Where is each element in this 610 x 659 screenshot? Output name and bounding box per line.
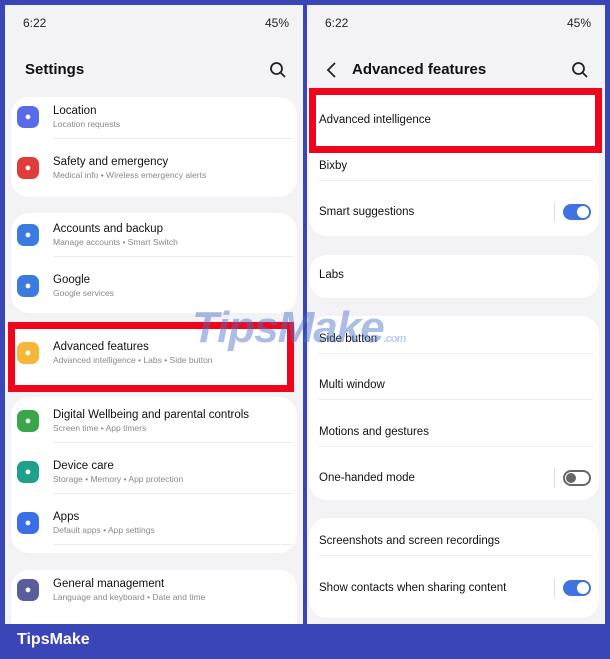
- page-title: Advanced features: [352, 61, 487, 78]
- device-care-icon: ●: [17, 461, 39, 483]
- gear-plus-icon: ●: [17, 342, 39, 364]
- menu-item-labs[interactable]: Labs: [307, 258, 605, 292]
- settings-item-location[interactable]: ● Location Location requests: [5, 105, 303, 150]
- battery: 45%: [566, 16, 591, 30]
- menu-item-multi-window[interactable]: Multi window: [307, 368, 605, 402]
- time: 6:22: [325, 16, 349, 30]
- item-subtitle: Language and keyboard • Date and time: [53, 592, 206, 602]
- settings-item-safety-and-emergency[interactable]: ● Safety and emergency Medical info • Wi…: [5, 156, 303, 201]
- time: 6:22: [23, 16, 47, 30]
- divider: [319, 180, 593, 181]
- google-icon: ●: [17, 275, 39, 297]
- page-title: Settings: [25, 61, 85, 78]
- battery: 45%: [264, 16, 289, 30]
- toggle-switch[interactable]: [563, 470, 591, 486]
- alert-icon: ●: [17, 157, 39, 179]
- divider: [53, 138, 293, 139]
- settings-item-device-care[interactable]: ● Device care Storage • Memory • App pro…: [5, 460, 303, 505]
- apps-grid-icon: ●: [17, 512, 39, 534]
- item-subtitle: Default apps • App settings: [53, 525, 155, 535]
- wellbeing-icon: ●: [17, 410, 39, 432]
- item-label: Screenshots and screen recordings: [319, 535, 500, 547]
- watermark: TipsMake.com: [192, 303, 406, 352]
- menu-item-smart-suggestions[interactable]: Smart suggestions: [307, 195, 605, 229]
- menu-item-advanced-intelligence[interactable]: Advanced intelligence: [307, 103, 605, 137]
- divider: [53, 442, 293, 443]
- item-label: Motions and gestures: [319, 426, 429, 438]
- divider: [53, 493, 293, 494]
- status-bar: 6:22 45%: [325, 16, 591, 30]
- settings-item-accounts-and-backup[interactable]: ● Accounts and backup Manage accounts • …: [5, 223, 303, 268]
- location-pin-icon: ●: [17, 106, 39, 128]
- status-bar: 6:22 45%: [23, 16, 289, 30]
- toggle-switch[interactable]: [563, 204, 591, 220]
- item-label: One-handed mode: [319, 472, 415, 484]
- brand-logo: TipsMake: [17, 631, 90, 648]
- back-icon[interactable]: [325, 61, 337, 79]
- settings-item-digital-wellbeing-and-parental-controls[interactable]: ● Digital Wellbeing and parental control…: [5, 409, 303, 454]
- sliders-icon: ●: [17, 579, 39, 601]
- item-label: Smart suggestions: [319, 206, 415, 218]
- menu-item-screenshots-and-screen-recordings[interactable]: Screenshots and screen recordings: [307, 524, 605, 558]
- separator: [554, 578, 555, 598]
- item-subtitle: Location requests: [53, 119, 121, 129]
- item-label: Accounts and backup: [53, 223, 163, 235]
- item-label: Advanced features: [53, 341, 149, 353]
- item-label: Location: [53, 105, 97, 117]
- item-subtitle: Screen time • App timers: [53, 423, 147, 433]
- separator: [554, 202, 555, 222]
- divider: [53, 544, 293, 545]
- search-icon[interactable]: [269, 61, 287, 79]
- divider: [319, 555, 593, 556]
- divider: [319, 353, 593, 354]
- item-label: Google: [53, 274, 91, 286]
- item-subtitle: Manage accounts • Smart Switch: [53, 237, 178, 247]
- sync-icon: ●: [17, 224, 39, 246]
- search-icon[interactable]: [571, 61, 589, 79]
- settings-item-general-management[interactable]: ● General management Language and keyboa…: [5, 578, 303, 623]
- toggle-switch[interactable]: [563, 580, 591, 596]
- divider: [319, 446, 593, 447]
- item-label: Apps: [53, 511, 80, 523]
- item-label: Digital Wellbeing and parental controls: [53, 409, 250, 421]
- item-label: Show contacts when sharing content: [319, 582, 507, 594]
- menu-item-motions-and-gestures[interactable]: Motions and gestures: [307, 415, 605, 449]
- item-subtitle: Storage • Memory • App protection: [53, 474, 184, 484]
- item-subtitle: Google services: [53, 288, 114, 298]
- item-subtitle: Medical info • Wireless emergency alerts: [53, 170, 207, 180]
- divider: [53, 256, 293, 257]
- separator: [554, 468, 555, 488]
- item-label: Labs: [319, 269, 344, 281]
- menu-item-one-handed-mode[interactable]: One-handed mode: [307, 461, 605, 495]
- item-label: Multi window: [319, 379, 385, 391]
- item-label: Device care: [53, 460, 114, 472]
- item-label: General management: [53, 578, 165, 590]
- menu-item-bixby[interactable]: Bixby: [307, 149, 605, 183]
- item-label: Safety and emergency: [53, 156, 169, 168]
- item-label: Advanced intelligence: [319, 114, 431, 126]
- settings-item-apps[interactable]: ● Apps Default apps • App settings: [5, 511, 303, 556]
- item-label: Bixby: [319, 160, 348, 172]
- divider: [319, 399, 593, 400]
- item-subtitle: Advanced intelligence • Labs • Side butt…: [53, 355, 213, 365]
- menu-item-show-contacts-when-sharing-content[interactable]: Show contacts when sharing content: [307, 571, 605, 605]
